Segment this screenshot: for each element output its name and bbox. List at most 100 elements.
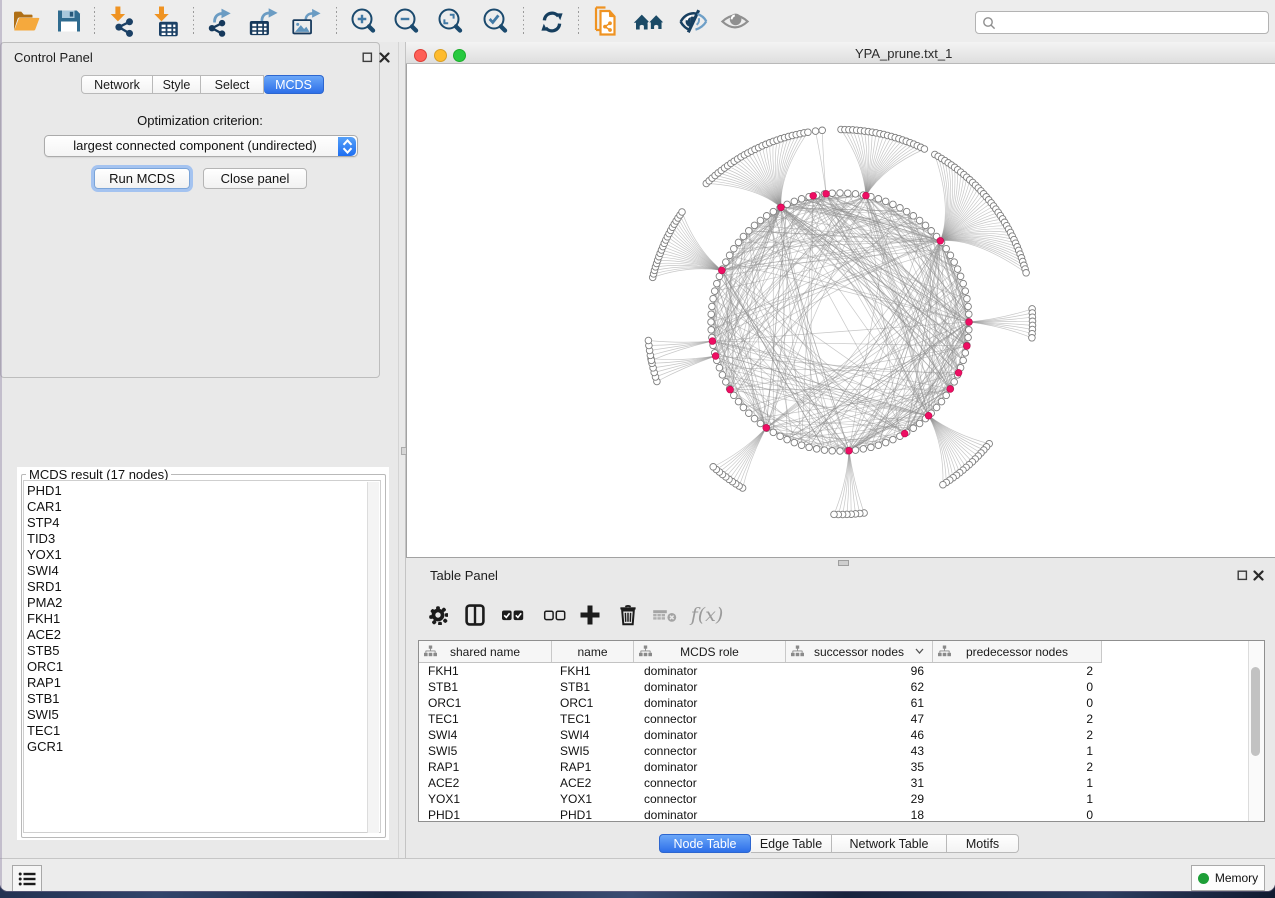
column-header-successor-nodes[interactable]: successor nodes <box>786 641 933 662</box>
cell-successor-nodes[interactable]: 31 <box>786 775 924 791</box>
tab-select[interactable]: Select <box>201 75 264 94</box>
mcds-result-item[interactable]: SWI5 <box>27 707 63 723</box>
export-network-button[interactable] <box>205 5 237 37</box>
column-header-name[interactable]: name <box>552 641 634 662</box>
cell-name[interactable]: RAP1 <box>560 759 591 775</box>
cell-shared-name[interactable]: TEC1 <box>428 711 459 727</box>
tab-motifs[interactable]: Motifs <box>947 834 1019 853</box>
mcds-result-item[interactable]: SWI4 <box>27 563 63 579</box>
mcds-result-item[interactable]: YOX1 <box>27 547 63 563</box>
mcds-result-scrollbar[interactable] <box>367 482 379 833</box>
mcds-result-item[interactable]: PMA2 <box>27 595 63 611</box>
float-window-icon[interactable] <box>1237 570 1248 581</box>
import-table-button[interactable] <box>151 5 183 37</box>
cell-mcds-role[interactable]: dominator <box>644 807 697 823</box>
zoom-selected-button[interactable] <box>479 5 511 37</box>
mcds-result-item[interactable]: TID3 <box>27 531 63 547</box>
function-builder-button[interactable]: f(x) <box>686 592 728 638</box>
horizontal-splitter[interactable] <box>406 558 1275 566</box>
cell-shared-name[interactable]: FKH1 <box>428 663 459 679</box>
mcds-result-list[interactable]: PHD1CAR1STP4TID3YOX1SWI4SRD1PMA2FKH1ACE2… <box>23 480 381 833</box>
delete-column-button[interactable] <box>611 592 645 638</box>
export-image-button[interactable] <box>289 5 321 37</box>
cell-predecessor-nodes[interactable]: 2 <box>933 759 1093 775</box>
network-window-titlebar[interactable]: YPA_prune.txt_1 <box>406 42 1275 64</box>
mcds-result-item[interactable]: ORC1 <box>27 659 63 675</box>
cell-successor-nodes[interactable]: 29 <box>786 791 924 807</box>
cell-shared-name[interactable]: ACE2 <box>428 775 459 791</box>
cell-name[interactable]: PHD1 <box>560 807 592 823</box>
cell-name[interactable]: STB1 <box>560 679 590 695</box>
cell-predecessor-nodes[interactable]: 1 <box>933 775 1093 791</box>
tab-mcds[interactable]: MCDS <box>264 75 324 94</box>
tab-network-table[interactable]: Network Table <box>832 834 947 853</box>
zoom-fit-button[interactable] <box>434 5 466 37</box>
cell-successor-nodes[interactable]: 96 <box>786 663 924 679</box>
mcds-result-item[interactable]: GCR1 <box>27 739 63 755</box>
column-header-MCDS-role[interactable]: MCDS role <box>634 641 786 662</box>
cell-shared-name[interactable]: PHD1 <box>428 807 460 823</box>
memory-status-button[interactable]: Memory <box>1191 865 1265 891</box>
deselect-all-button[interactable] <box>538 592 572 638</box>
open-file-button[interactable] <box>10 5 42 37</box>
cell-name[interactable]: FKH1 <box>560 663 591 679</box>
mcds-result-item[interactable]: RAP1 <box>27 675 63 691</box>
close-panel-icon[interactable] <box>1253 570 1264 581</box>
close-panel-button[interactable]: Close panel <box>203 168 307 189</box>
cell-name[interactable]: SWI5 <box>560 743 589 759</box>
import-network-button[interactable] <box>106 5 138 37</box>
mcds-result-item[interactable]: SRD1 <box>27 579 63 595</box>
cell-successor-nodes[interactable]: 35 <box>786 759 924 775</box>
cell-predecessor-nodes[interactable]: 2 <box>933 711 1093 727</box>
save-session-button[interactable] <box>53 5 85 37</box>
mcds-result-item[interactable]: STP4 <box>27 515 63 531</box>
cell-shared-name[interactable]: ORC1 <box>428 695 461 711</box>
zoom-out-button[interactable] <box>390 5 422 37</box>
mcds-result-item[interactable]: STB1 <box>27 691 63 707</box>
cell-predecessor-nodes[interactable]: 2 <box>933 727 1093 743</box>
cell-predecessor-nodes[interactable]: 0 <box>933 679 1093 695</box>
mcds-result-item[interactable]: ACE2 <box>27 627 63 643</box>
column-header-predecessor-nodes[interactable]: predecessor nodes <box>933 641 1102 662</box>
cell-shared-name[interactable]: SWI4 <box>428 727 457 743</box>
show-all-button[interactable] <box>719 5 751 37</box>
add-column-button[interactable] <box>573 592 607 638</box>
task-history-button[interactable] <box>12 865 42 891</box>
cell-mcds-role[interactable]: connector <box>644 711 697 727</box>
tab-style[interactable]: Style <box>153 75 201 94</box>
run-mcds-button[interactable]: Run MCDS <box>94 168 190 189</box>
export-table-button[interactable] <box>247 5 279 37</box>
mcds-result-item[interactable]: STB5 <box>27 643 63 659</box>
cell-successor-nodes[interactable]: 61 <box>786 695 924 711</box>
cell-predecessor-nodes[interactable]: 2 <box>933 663 1093 679</box>
table-scrollbar-thumb[interactable] <box>1251 667 1260 756</box>
delete-table-button[interactable] <box>648 592 682 638</box>
close-window-button[interactable] <box>414 49 427 62</box>
column-header-shared-name[interactable]: shared name <box>419 641 552 662</box>
zoom-in-button[interactable] <box>347 5 379 37</box>
cell-successor-nodes[interactable]: 43 <box>786 743 924 759</box>
mcds-result-item[interactable]: PHD1 <box>27 483 63 499</box>
cell-mcds-role[interactable]: connector <box>644 791 697 807</box>
cell-name[interactable]: TEC1 <box>560 711 591 727</box>
cell-shared-name[interactable]: SWI5 <box>428 743 457 759</box>
search-input[interactable] <box>975 11 1269 34</box>
cell-predecessor-nodes[interactable]: 0 <box>933 695 1093 711</box>
cell-successor-nodes[interactable]: 47 <box>786 711 924 727</box>
cell-mcds-role[interactable]: dominator <box>644 679 697 695</box>
network-canvas[interactable] <box>406 64 1275 558</box>
hide-selected-button[interactable] <box>677 5 709 37</box>
cell-mcds-role[interactable]: connector <box>644 775 697 791</box>
cell-mcds-role[interactable]: dominator <box>644 759 697 775</box>
tab-node-table[interactable]: Node Table <box>659 834 751 853</box>
tab-edge-table[interactable]: Edge Table <box>751 834 832 853</box>
maximize-window-button[interactable] <box>453 49 466 62</box>
tab-network[interactable]: Network <box>81 75 153 94</box>
vertical-splitter[interactable] <box>398 42 406 858</box>
show-columns-button[interactable] <box>458 592 492 638</box>
table-scrollbar[interactable] <box>1248 641 1264 821</box>
mcds-result-item[interactable]: CAR1 <box>27 499 63 515</box>
minimize-window-button[interactable] <box>434 49 447 62</box>
new-network-from-selection-button[interactable] <box>591 5 623 37</box>
criterion-dropdown[interactable]: largest connected component (undirected) <box>44 135 358 157</box>
